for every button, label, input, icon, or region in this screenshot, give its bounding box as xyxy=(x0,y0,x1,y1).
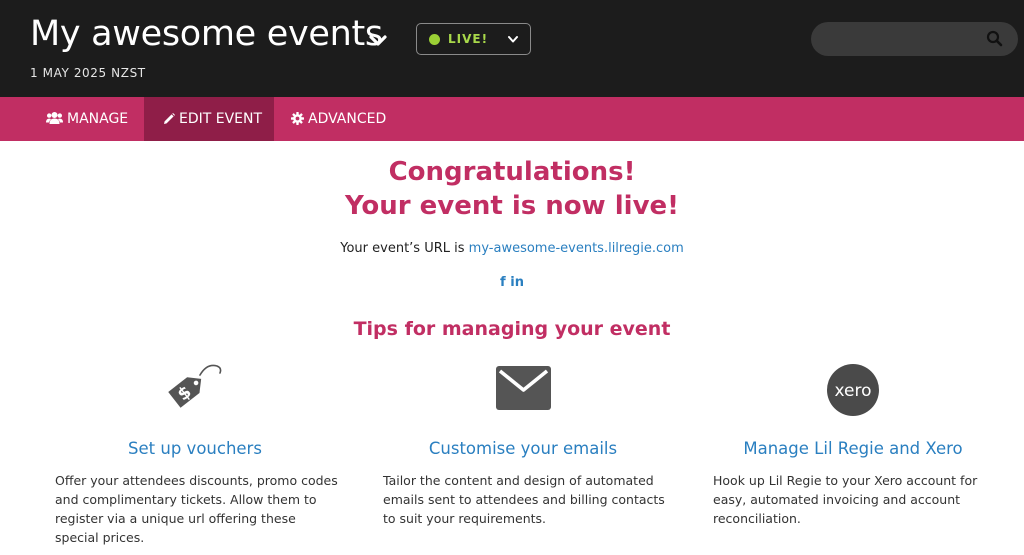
top-header: My awesome events 1 MAY 2025 NZST LIVE! xyxy=(0,0,1024,97)
gear-icon xyxy=(291,112,304,125)
chevron-down-icon[interactable] xyxy=(368,34,388,48)
tip-emails-title[interactable]: Customise your emails xyxy=(373,439,673,458)
search-icon[interactable] xyxy=(986,30,1003,47)
voucher-tag-icon: $ xyxy=(168,364,222,408)
tab-advanced-label: ADVANCED xyxy=(308,111,387,127)
social-share-links: f in xyxy=(0,275,1024,290)
event-live-heading: Your event is now live! xyxy=(344,191,680,221)
status-label: LIVE! xyxy=(448,32,489,46)
event-url-prefix: Your event’s URL is xyxy=(340,241,465,256)
tab-edit-event[interactable]: EDIT EVENT xyxy=(144,97,274,141)
tab-advanced[interactable]: ADVANCED xyxy=(291,97,386,141)
tips-heading: Tips for managing your event xyxy=(353,318,671,340)
event-url-link[interactable]: my-awesome-events.lilregie.com xyxy=(469,241,684,256)
pencil-icon xyxy=(164,113,175,124)
tip-vouchers-description: Offer your attendees discounts, promo co… xyxy=(55,473,338,545)
xero-logo-text: xero xyxy=(834,381,871,401)
status-dropdown-button[interactable]: LIVE! xyxy=(416,23,531,55)
event-date: 1 MAY 2025 NZST xyxy=(30,66,146,80)
event-url-line: Your event’s URL is my-awesome-events.li… xyxy=(0,241,1024,256)
tip-xero-title[interactable]: Manage Lil Regie and Xero xyxy=(703,439,1003,458)
tip-xero-description: Hook up Lil Regie to your Xero account f… xyxy=(713,473,978,526)
tab-manage-label: MANAGE xyxy=(67,111,129,127)
xero-logo-icon: xero xyxy=(827,364,879,416)
facebook-icon[interactable]: f xyxy=(500,275,506,290)
chevron-down-icon xyxy=(508,36,518,43)
envelope-icon xyxy=(496,366,551,410)
event-title[interactable]: My awesome events xyxy=(30,14,383,54)
live-status-dot-icon xyxy=(429,34,440,45)
tip-vouchers-title[interactable]: Set up vouchers xyxy=(45,439,345,458)
linkedin-icon[interactable]: in xyxy=(510,275,524,290)
users-icon xyxy=(46,112,63,124)
tab-edit-event-label: EDIT EVENT xyxy=(179,111,263,127)
tab-manage[interactable]: MANAGE xyxy=(46,97,128,141)
tip-emails-description: Tailor the content and design of automat… xyxy=(383,473,665,526)
congratulations-heading: Congratulations! xyxy=(388,157,636,187)
main-nav: MANAGE EDIT EVENT ADVANCED xyxy=(0,97,1024,141)
